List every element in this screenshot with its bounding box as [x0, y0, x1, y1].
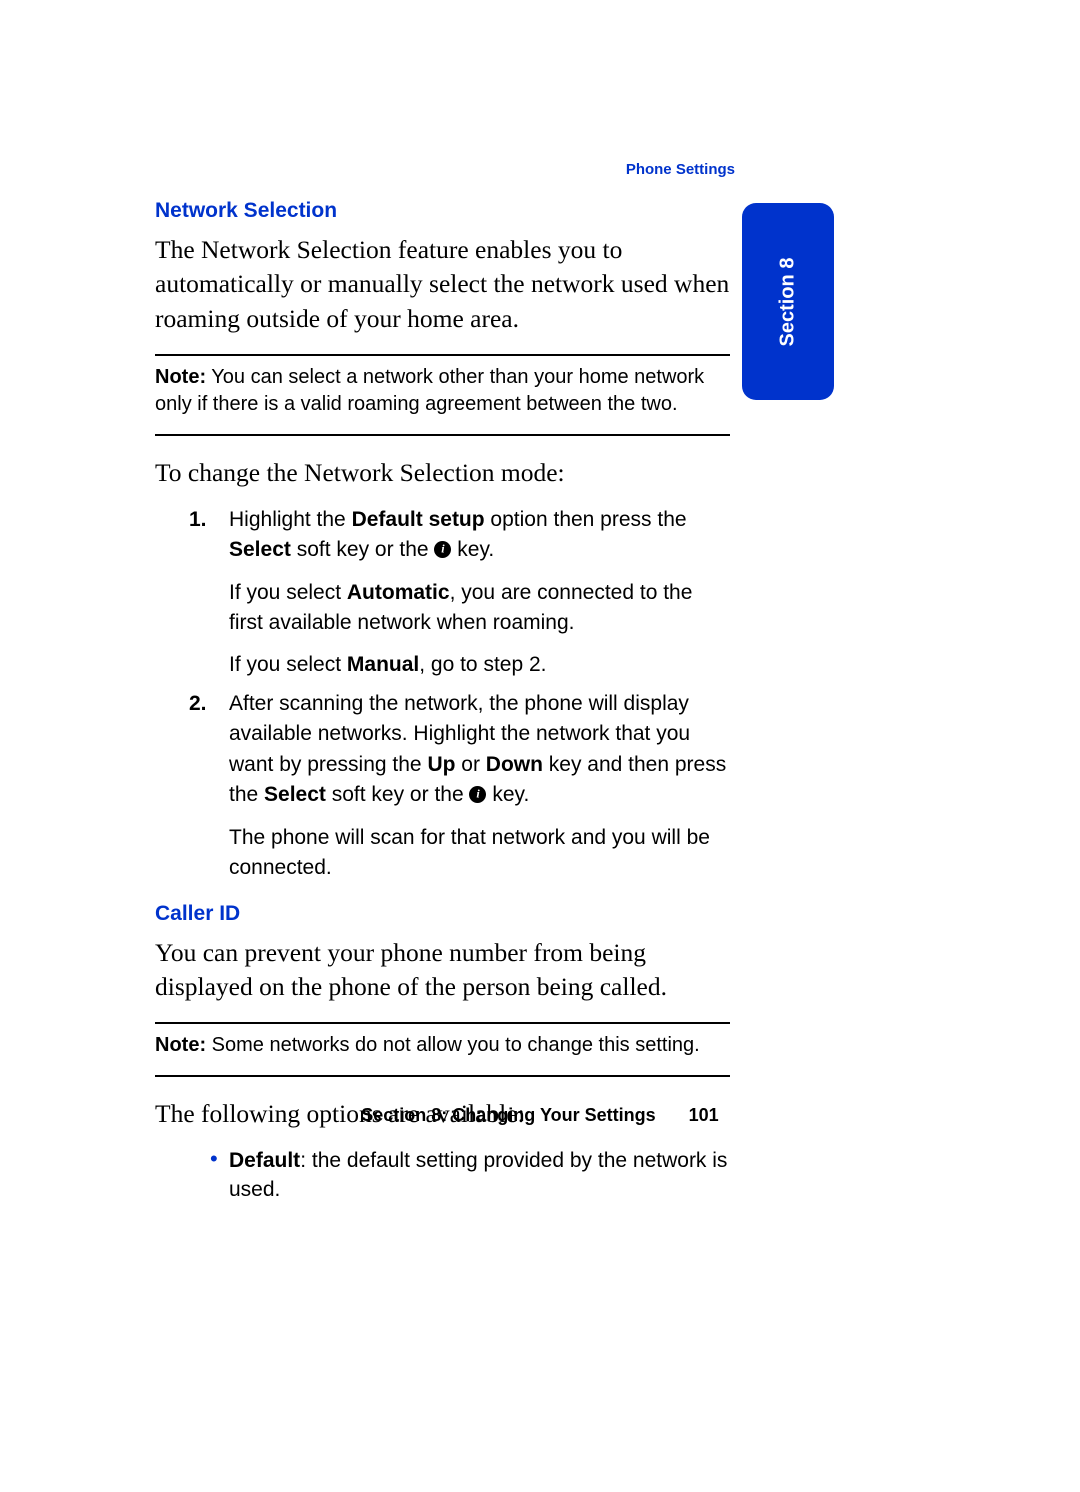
footer-chapter: Section 8: Changing Your Settings — [361, 1105, 655, 1125]
divider — [155, 434, 730, 436]
ok-key-icon — [434, 541, 451, 558]
note-label: Note: — [155, 366, 206, 388]
content-column: Network Selection The Network Selection … — [155, 199, 730, 1205]
step-text: , go to step 2. — [419, 653, 546, 676]
step-text: or — [455, 753, 485, 776]
heading-network-selection: Network Selection — [155, 199, 730, 223]
step-bold: Select — [229, 538, 291, 561]
divider — [155, 354, 730, 356]
step-text: If you select — [229, 581, 347, 604]
step-para: If you select Manual, go to step 2. — [229, 650, 730, 680]
divider — [155, 1022, 730, 1024]
section-tab: Section 8 — [742, 203, 834, 400]
option-name: Default — [229, 1149, 300, 1172]
step-para: If you select Automatic, you are connect… — [229, 578, 730, 639]
step-text: key. — [486, 783, 529, 806]
step-bold: Select — [264, 783, 326, 806]
heading-caller-id: Caller ID — [155, 902, 730, 926]
step-bold: Down — [486, 753, 543, 776]
steps-list: 1. Highlight the Default setup option th… — [155, 505, 730, 884]
step-text: Highlight the — [229, 508, 352, 531]
header-breadcrumb: Phone Settings — [626, 161, 735, 178]
caller-id-intro: You can prevent your phone number from b… — [155, 936, 730, 1005]
note-caller-id: Note: Some networks do not allow you to … — [155, 1032, 730, 1059]
step-text: option then press the — [485, 508, 687, 531]
note-body: You can select a network other than your… — [155, 366, 704, 415]
options-list: Default: the default setting provided by… — [155, 1146, 730, 1205]
step-text: If you select — [229, 653, 347, 676]
ok-key-icon — [469, 786, 486, 803]
manual-page: Phone Settings Section 8 Network Selecti… — [0, 0, 1080, 1492]
note-label: Note: — [155, 1034, 206, 1056]
step-bold: Up — [427, 753, 455, 776]
footer-page-number: 101 — [689, 1105, 719, 1126]
step-1: 1. Highlight the Default setup option th… — [155, 505, 730, 681]
network-selection-lead: To change the Network Selection mode: — [155, 456, 730, 490]
step-bold: Manual — [347, 653, 419, 676]
step-text: soft key or the — [326, 783, 470, 806]
network-selection-intro: The Network Selection feature enables yo… — [155, 233, 730, 336]
option-desc: : the default setting provided by the ne… — [229, 1149, 727, 1201]
step-bold: Automatic — [347, 581, 450, 604]
step-bold: Default setup — [352, 508, 485, 531]
section-tab-label: Section 8 — [777, 257, 800, 346]
step-2: 2. After scanning the network, the phone… — [155, 689, 730, 884]
page-footer: Section 8: Changing Your Settings 101 — [0, 1105, 1080, 1126]
step-text: soft key or the — [291, 538, 435, 561]
step-number: 2. — [189, 689, 207, 719]
step-text: key. — [451, 538, 494, 561]
list-item: Default: the default setting provided by… — [155, 1146, 730, 1205]
step-para: The phone will scan for that network and… — [229, 823, 730, 884]
note-body: Some networks do not allow you to change… — [206, 1034, 700, 1056]
divider — [155, 1075, 730, 1077]
note-network-selection: Note: You can select a network other tha… — [155, 364, 730, 418]
step-number: 1. — [189, 505, 207, 535]
